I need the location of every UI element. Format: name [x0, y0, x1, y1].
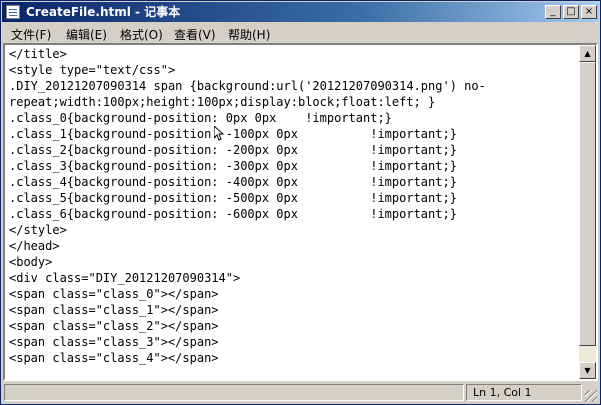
text-line: .class_2{background-position: -200px 0px…: [9, 143, 457, 157]
text-line: .DIY_20121207090314 span {background:url…: [9, 79, 486, 93]
status-bar: Ln 1, Col 1: [2, 382, 599, 404]
text-line: .class_4{background-position: -400px 0px…: [9, 175, 457, 189]
vertical-scrollbar[interactable]: ▲ ▼: [579, 45, 596, 379]
text-line: <body>: [9, 255, 53, 269]
menu-file[interactable]: 文件(F): [11, 26, 51, 43]
scroll-up-button[interactable]: ▲: [579, 45, 596, 62]
minimize-button[interactable]: _: [545, 5, 561, 19]
text-line: repeat;width:100px;height:100px;display:…: [9, 95, 436, 109]
text-line: <span class="class_4"></span>: [9, 351, 219, 365]
menu-edit[interactable]: 编辑(E): [66, 26, 107, 43]
text-line: .class_6{background-position: -600px 0px…: [9, 207, 457, 221]
mouse-cursor-icon: [214, 126, 224, 141]
menu-view[interactable]: 查看(V): [174, 26, 216, 43]
text-line: .class_5{background-position: -500px 0px…: [9, 191, 457, 205]
text-line: </head>: [9, 239, 60, 253]
text-line: <span class="class_3"></span>: [9, 335, 219, 349]
menu-help[interactable]: 帮助(H): [228, 26, 270, 43]
close-button[interactable]: ×: [581, 5, 597, 19]
text-line: .class_0{background-position: 0px 0px !i…: [9, 111, 392, 125]
status-message: [4, 384, 464, 401]
text-line: </style>: [9, 223, 67, 237]
text-line: <style type="text/css">: [9, 63, 176, 77]
menu-format[interactable]: 格式(O): [120, 26, 163, 43]
text-line: </title>: [9, 47, 67, 61]
title-bar[interactable]: CreateFile.html - 记事本 _ □ ×: [2, 2, 599, 22]
maximize-button[interactable]: □: [563, 5, 579, 19]
notepad-window: CreateFile.html - 记事本 _ □ × 文件(F) 编辑(E) …: [0, 0, 601, 405]
menu-bar: 文件(F) 编辑(E) 格式(O) 查看(V) 帮助(H): [2, 23, 599, 43]
text-line: .class_1{background-position: -100px 0px…: [9, 127, 457, 141]
text-line: <span class="class_0"></span>: [9, 287, 219, 301]
text-line: <span class="class_1"></span>: [9, 303, 219, 317]
text-line: <div class="DIY_20121207090314">: [9, 271, 241, 285]
text-content[interactable]: </title> <style type="text/css"> .DIY_20…: [9, 46, 579, 376]
notepad-icon[interactable]: [6, 5, 20, 19]
text-line: <span class="class_2"></span>: [9, 319, 219, 333]
scroll-thumb[interactable]: [579, 62, 596, 346]
resize-grip-icon[interactable]: [585, 390, 597, 402]
window-title: CreateFile.html - 记事本: [26, 5, 181, 19]
scroll-down-button[interactable]: ▼: [579, 362, 596, 379]
text-editor[interactable]: </title> <style type="text/css"> .DIY_20…: [3, 43, 598, 381]
cursor-position: Ln 1, Col 1: [466, 384, 582, 401]
text-line: .class_3{background-position: -300px 0px…: [9, 159, 457, 173]
